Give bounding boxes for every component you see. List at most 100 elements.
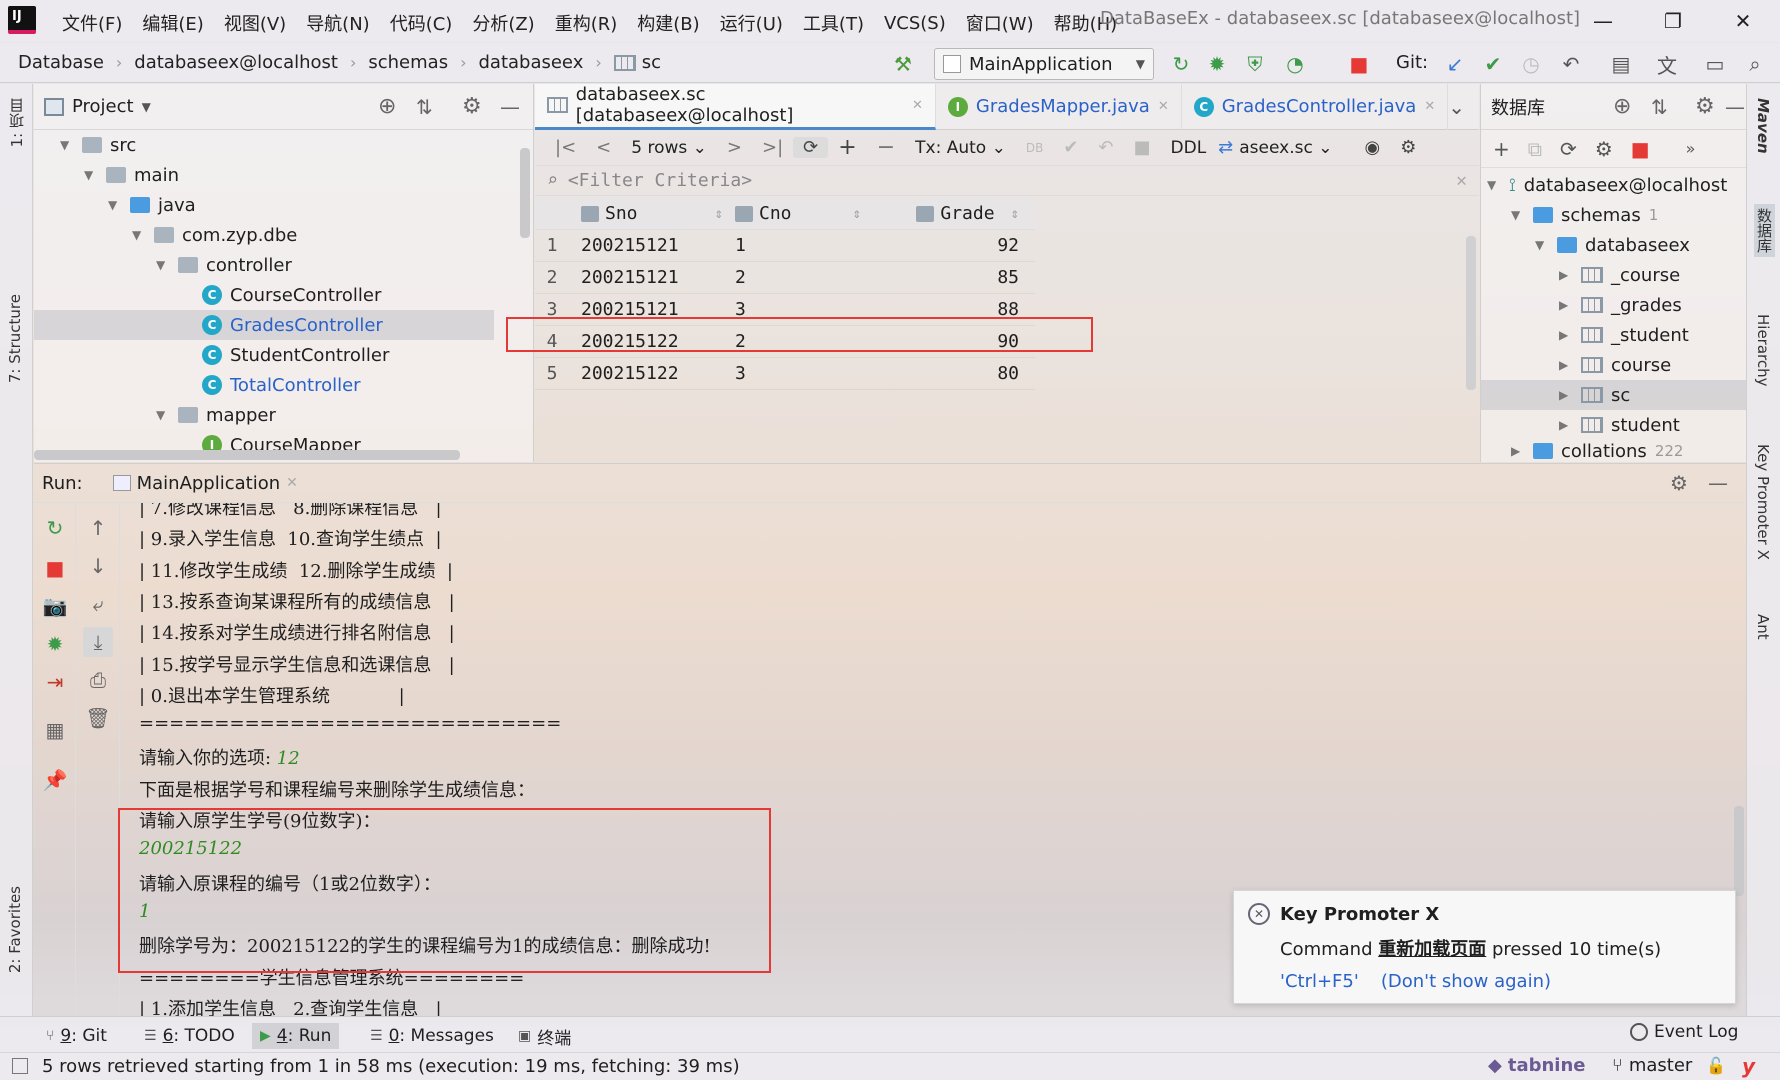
down-arrow-icon[interactable]: ↓	[83, 551, 113, 581]
scroll-to-end-icon[interactable]: ⤓	[83, 627, 113, 657]
menu-item[interactable]: 文件(F)	[52, 8, 132, 38]
event-log-button[interactable]: Event Log	[1630, 1022, 1738, 1042]
add-row-icon[interactable]: +	[828, 135, 866, 160]
profile-icon[interactable]: ◔	[1280, 49, 1310, 79]
expand-arrow-icon[interactable]: ▼	[1487, 178, 1501, 192]
breadcrumb-item[interactable]: schemas	[368, 52, 448, 73]
clear-icon[interactable]: ✕	[1456, 170, 1467, 191]
tree-item[interactable]: ▼ com.zyp.dbe	[34, 220, 494, 250]
tree-item[interactable]: ▼ src	[34, 130, 494, 160]
db-tree-item[interactable]: ▼ schemas 1	[1481, 200, 1746, 230]
stop-icon[interactable]: ■	[40, 553, 70, 583]
tree-item[interactable]: C CourseController	[34, 280, 494, 310]
locate-icon[interactable]: ⊕	[378, 94, 396, 119]
git-branch[interactable]: ⑂ master	[1612, 1055, 1692, 1076]
soft-wrap-icon[interactable]: ⤶	[83, 589, 113, 619]
expand-arrow-icon[interactable]: ▼	[84, 168, 98, 182]
column-header[interactable]: Sno ⇕	[569, 203, 723, 224]
breadcrumb-item[interactable]: Database	[18, 52, 104, 73]
tool-window-button[interactable]: ⑂ 9: Git	[38, 1023, 115, 1049]
menu-item[interactable]: 代码(C)	[380, 8, 463, 38]
hide-icon[interactable]: —	[1725, 95, 1745, 119]
rerun-icon[interactable]: ↻	[40, 513, 70, 543]
ddl-button[interactable]: DDL	[1161, 138, 1217, 158]
add-icon[interactable]: +	[1493, 137, 1510, 161]
db-submit-icon[interactable]: DB	[1016, 141, 1053, 155]
row-count-select[interactable]: 5 rows ⌄	[621, 138, 717, 158]
db-tree-item[interactable]: ▶ sc	[1481, 380, 1746, 410]
git-update-icon[interactable]: ↙	[1440, 49, 1470, 79]
menu-item[interactable]: 构建(B)	[627, 8, 709, 38]
tool-window-button[interactable]: ☰ 0: Messages	[362, 1023, 502, 1049]
up-arrow-icon[interactable]: ↑	[83, 513, 113, 543]
editor-tab[interactable]: C GradesController.java ✕	[1182, 83, 1449, 130]
column-header[interactable]: Grade ⇕	[861, 203, 1027, 224]
gear-icon[interactable]: ⚙	[1390, 137, 1426, 158]
presentation-icon[interactable]: ▭	[1700, 49, 1730, 79]
sort-icon[interactable]: ⇕	[715, 206, 723, 222]
breadcrumb-item[interactable]: databaseex	[478, 52, 583, 73]
db-tree-item[interactable]: ▶ _student	[1481, 320, 1746, 350]
menu-item[interactable]: 编辑(E)	[132, 8, 213, 38]
menu-item[interactable]: 分析(Z)	[462, 8, 544, 38]
cell-cno[interactable]: 3	[723, 363, 861, 384]
expand-arrow-icon[interactable]: ▶	[1559, 388, 1573, 402]
menu-item[interactable]: 运行(U)	[710, 8, 793, 38]
cell-grade[interactable]: 80	[861, 363, 1027, 384]
project-tool-tab[interactable]: 1: 项目	[6, 98, 27, 147]
tool-window-button[interactable]: ▣ 终端	[510, 1023, 579, 1049]
expand-arrow-icon[interactable]: ▼	[60, 138, 74, 152]
expand-arrow-icon[interactable]: ▼	[132, 228, 146, 242]
expand-arrow-icon[interactable]: ▼	[1511, 208, 1525, 222]
expand-arrow-icon[interactable]: ▼	[156, 258, 170, 272]
chevron-down-icon[interactable]: ▼	[142, 100, 151, 114]
last-page-icon[interactable]: >|	[752, 137, 793, 158]
coverage-icon[interactable]: ⛨	[1240, 49, 1270, 79]
expand-arrow-icon[interactable]: ▶	[1511, 444, 1525, 458]
first-page-icon[interactable]: |<	[545, 137, 586, 158]
filter-bar[interactable]: ⌕ <Filter Criteria> ✕	[535, 166, 1479, 196]
dont-show-again-link[interactable]: (Don't show again)	[1381, 971, 1551, 992]
menu-item[interactable]: VCS(S)	[874, 11, 956, 36]
tree-item[interactable]: ▼ mapper	[34, 400, 494, 430]
rollback-icon[interactable]: ↶	[1088, 137, 1123, 158]
table-row[interactable]: 5 200215122 3 80	[535, 358, 1035, 390]
debug-settings-icon[interactable]: ✹	[40, 629, 70, 659]
tree-item[interactable]: C StudentController	[34, 340, 494, 370]
expand-arrow-icon[interactable]: ▼	[156, 408, 170, 422]
horizontal-scrollbar[interactable]	[34, 450, 460, 460]
cell-cno[interactable]: 1	[723, 235, 861, 256]
expand-arrow-icon[interactable]: ▶	[1559, 298, 1573, 312]
prev-page-icon[interactable]: <	[586, 137, 621, 158]
breadcrumb-item[interactable]: databaseex@localhost	[134, 52, 338, 73]
menu-item[interactable]: 工具(T)	[793, 8, 874, 38]
hierarchy-tool-tab[interactable]: Hierarchy	[1754, 314, 1772, 387]
close-icon[interactable]: ✕	[1424, 99, 1435, 114]
disconnect-icon[interactable]: ■	[1631, 137, 1650, 161]
gear-icon[interactable]: ⚙	[462, 94, 482, 119]
project-structure-icon[interactable]: ▤	[1606, 49, 1636, 79]
properties-icon[interactable]: ⚙	[1595, 137, 1613, 161]
gear-icon[interactable]: ⚙	[1670, 471, 1688, 495]
column-header[interactable]: Cno ⇕	[723, 203, 861, 224]
stop-icon[interactable]: ■	[1344, 49, 1374, 79]
delete-row-icon[interactable]: −	[867, 135, 905, 160]
expand-arrow-icon[interactable]: ▶	[1559, 358, 1573, 372]
tree-item[interactable]: C GradesController	[34, 310, 494, 340]
refresh-icon[interactable]: ⟳	[793, 137, 829, 158]
expand-arrow-icon[interactable]: ▶	[1559, 418, 1573, 432]
database-tool-tab[interactable]: 数据库	[1754, 204, 1775, 257]
shortcut-link[interactable]: 'Ctrl+F5'	[1280, 971, 1359, 992]
expand-arrow-icon[interactable]: ▶	[1559, 268, 1573, 282]
db-tree-item[interactable]: ▶ student	[1481, 410, 1746, 440]
search-icon[interactable]: ⌕	[1740, 49, 1770, 79]
run-tab[interactable]: MainApplication ✕	[112, 473, 298, 494]
menu-item[interactable]: 重构(R)	[545, 8, 628, 38]
table-row[interactable]: 1 200215121 1 92	[535, 230, 1035, 262]
yuque-icon[interactable]: y	[1742, 1054, 1755, 1078]
close-icon[interactable]: ✕	[286, 475, 298, 491]
rollback-icon[interactable]: ↶	[1556, 49, 1586, 79]
filter-criteria-input[interactable]: <Filter Criteria>	[568, 170, 752, 191]
grid-scrollbar[interactable]	[1466, 236, 1476, 390]
run-config-select[interactable]: MainApplication ▼	[934, 48, 1154, 80]
